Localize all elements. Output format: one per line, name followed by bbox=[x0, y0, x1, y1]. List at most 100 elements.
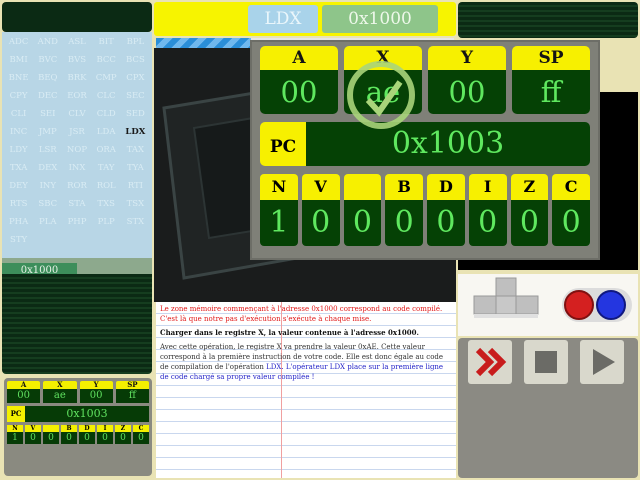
mini-flag: 0 bbox=[43, 425, 59, 444]
opcode-item[interactable]: TXS bbox=[92, 197, 121, 212]
mini-flag-label: Z bbox=[115, 425, 131, 432]
opcode-item[interactable]: ROL bbox=[92, 179, 121, 194]
flag-b: B0 bbox=[385, 174, 423, 246]
opcode-item[interactable]: INX bbox=[62, 161, 91, 176]
mini-pc-value: 0x1003 bbox=[25, 406, 149, 422]
mini-pc-label: PC bbox=[7, 406, 25, 422]
check-icon bbox=[347, 61, 415, 129]
opcode-item[interactable]: BNE bbox=[4, 71, 33, 86]
opcode-item[interactable]: BIT bbox=[92, 35, 121, 50]
opcode-item[interactable]: BCC bbox=[92, 53, 121, 68]
opcode-item[interactable]: CLV bbox=[62, 107, 91, 122]
opcode-item[interactable]: DEY bbox=[4, 179, 33, 194]
register-label: Y bbox=[428, 46, 506, 70]
flag-value: 0 bbox=[552, 200, 590, 246]
opcode-item[interactable]: PLA bbox=[33, 215, 62, 230]
flag-label: V bbox=[301, 174, 340, 200]
instruction-address: 0x1000 bbox=[322, 5, 438, 33]
opcode-item[interactable]: BRK bbox=[62, 71, 91, 86]
opcode-item[interactable]: PLP bbox=[92, 215, 121, 230]
mini-flag: N1 bbox=[7, 425, 23, 444]
mini-flag-label: N bbox=[7, 425, 23, 432]
opcode-item[interactable]: CPX bbox=[121, 71, 150, 86]
explanation-panel: Le zone mémoire commençant à l'adresse 0… bbox=[156, 302, 456, 478]
opcode-item[interactable]: LDY bbox=[4, 143, 33, 158]
opcode-item[interactable]: INC bbox=[4, 125, 33, 140]
mini-register-label: SP bbox=[115, 381, 149, 389]
opcode-item[interactable]: PHA bbox=[4, 215, 33, 230]
opcode-item[interactable]: NOP bbox=[62, 143, 91, 158]
mini-flag: B0 bbox=[61, 425, 77, 444]
opcode-item[interactable]: TSX bbox=[121, 197, 150, 212]
progress-fill bbox=[156, 38, 252, 48]
opcode-item[interactable]: BVC bbox=[33, 53, 62, 68]
opcode-item[interactable]: PHP bbox=[62, 215, 91, 230]
opcode-item[interactable]: TAY bbox=[92, 161, 121, 176]
opcode-item[interactable]: BCS bbox=[121, 53, 150, 68]
opcode-item[interactable]: SBC bbox=[33, 197, 62, 212]
opcode-item[interactable]: RTI bbox=[121, 179, 150, 194]
stop-button[interactable] bbox=[524, 340, 568, 384]
register-label: SP bbox=[512, 46, 590, 70]
opcode-item[interactable]: ORA bbox=[92, 143, 121, 158]
opcode-item[interactable]: SEC bbox=[121, 89, 150, 104]
mini-flag-value: 0 bbox=[115, 432, 131, 444]
flag-value: 0 bbox=[301, 200, 340, 246]
opcode-item[interactable]: STA bbox=[62, 197, 91, 212]
opcode-item[interactable]: ROR bbox=[62, 179, 91, 194]
opcode-item[interactable]: AND bbox=[33, 35, 62, 50]
play-button[interactable] bbox=[580, 340, 624, 384]
opcode-item[interactable]: SED bbox=[121, 107, 150, 122]
opcode-item[interactable]: CPY bbox=[4, 89, 33, 104]
opcode-item[interactable]: STX bbox=[121, 215, 150, 230]
flag-i: I0 bbox=[468, 174, 507, 246]
opcode-item[interactable]: BMI bbox=[4, 53, 33, 68]
opcode-item[interactable]: JSR bbox=[62, 125, 91, 140]
opcode-item[interactable]: BEQ bbox=[33, 71, 62, 86]
opcode-item[interactable]: TAX bbox=[121, 143, 150, 158]
memory-view-right bbox=[458, 2, 638, 38]
flag-value: 1 bbox=[260, 200, 298, 246]
opcode-item[interactable]: ASL bbox=[62, 35, 91, 50]
mini-flag-value: 0 bbox=[97, 432, 113, 444]
opcode-item[interactable]: DEC bbox=[33, 89, 62, 104]
opcode-item[interactable]: CMP bbox=[92, 71, 121, 86]
memory-view-bottom bbox=[2, 274, 152, 374]
opcode-item[interactable]: INY bbox=[33, 179, 62, 194]
opcode-item[interactable]: LDX bbox=[121, 125, 150, 140]
register-a: A 00 bbox=[260, 46, 338, 114]
fast-forward-button[interactable] bbox=[468, 340, 512, 384]
mini-register-value: ae bbox=[43, 389, 77, 403]
opcode-item[interactable]: BVS bbox=[62, 53, 91, 68]
opcode-item[interactable]: DEX bbox=[33, 161, 62, 176]
mini-flag: Z0 bbox=[115, 425, 131, 444]
opcode-item[interactable]: LSR bbox=[33, 143, 62, 158]
mini-register-label: A bbox=[7, 381, 41, 389]
opcode-item[interactable]: BPL bbox=[121, 35, 150, 50]
opcode-item[interactable]: SEI bbox=[33, 107, 62, 122]
flag-value: 0 bbox=[385, 200, 423, 246]
opcode-item[interactable]: RTS bbox=[4, 197, 33, 212]
opcode-item[interactable]: LDA bbox=[92, 125, 121, 140]
opcode-item[interactable]: ADC bbox=[4, 35, 33, 50]
mini-flag: V0 bbox=[25, 425, 41, 444]
opcode-item[interactable]: TYA bbox=[121, 161, 150, 176]
register-sp: SP ff bbox=[512, 46, 590, 114]
mini-flag: C0 bbox=[133, 425, 149, 444]
opcode-item[interactable]: TXA bbox=[4, 161, 33, 176]
mini-register: A 00 bbox=[7, 381, 41, 403]
opcode-item[interactable]: CLD bbox=[92, 107, 121, 122]
dpad-left-button bbox=[473, 295, 497, 315]
opcode-item[interactable]: STY bbox=[4, 233, 33, 248]
opcode-list: ADC AND ASL BIT BPL BMI BVC BVS BCC BCS BNE BEQ BRK C… bbox=[2, 32, 152, 258]
flag-label: Z bbox=[510, 174, 549, 200]
opcode-item[interactable]: JMP bbox=[33, 125, 62, 140]
instruction-mnemonic: LDX bbox=[248, 5, 318, 33]
opcode-item[interactable]: EOR bbox=[62, 89, 91, 104]
opcode-item[interactable]: CLC bbox=[92, 89, 121, 104]
mini-register: Xae bbox=[43, 381, 77, 403]
mini-flag-label: V bbox=[25, 425, 41, 432]
opcode-item[interactable]: CLI bbox=[4, 107, 33, 122]
flag-z: Z0 bbox=[510, 174, 549, 246]
flag-label bbox=[343, 174, 382, 200]
